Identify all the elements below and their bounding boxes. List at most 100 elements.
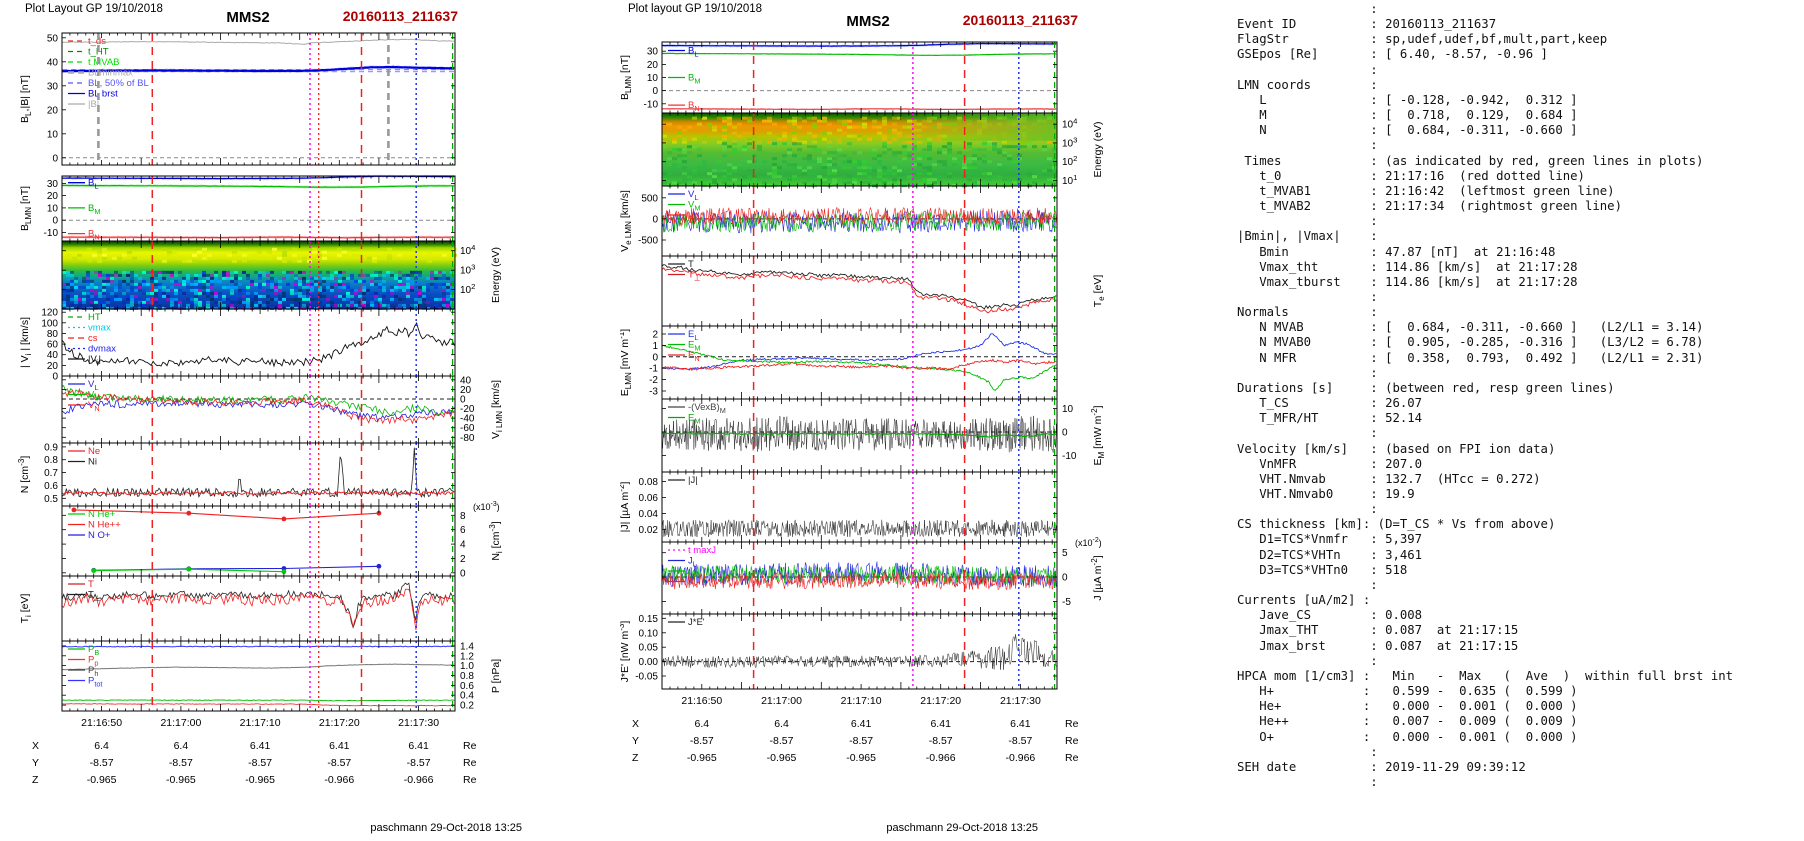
svg-text:20: 20: [647, 60, 659, 71]
svg-text:0.08: 0.08: [639, 477, 659, 488]
table-cell: -8.57: [169, 757, 193, 769]
svg-text:Ne: Ne: [88, 446, 100, 457]
table-cell: -0.965: [767, 752, 797, 764]
svg-text:4: 4: [460, 540, 466, 551]
svg-text:0.8: 0.8: [44, 455, 58, 466]
panel-ion-spec: 102​ 103​ 104​ Energy (eV): [61, 240, 502, 310]
svg-text:6: 6: [460, 525, 466, 536]
svg-text:102​: 102​: [1062, 154, 1077, 168]
svg-text:0: 0: [52, 153, 58, 164]
plot-panel-left: Plot Layout GP 19/10/2018 MMS2 20160113_…: [0, 0, 620, 841]
plot-middle-canvas: BL​BM​BN​-100102030BLMN​ [nT]101​102​103…: [620, 41, 1106, 764]
svg-text:21:16:50: 21:16:50: [81, 717, 122, 729]
svg-text:21:17:00: 21:17:00: [160, 717, 201, 729]
svg-text:J [µA m-2​]: J [µA m-2​]: [1090, 555, 1104, 600]
svg-text:104​: 104​: [460, 243, 476, 257]
svg-text:Ni​ [cm-3​]: Ni​ [cm-3​]: [488, 521, 504, 560]
panel-te: TT⊥​ Te​ [eV]: [661, 255, 1106, 327]
panel-ve-lmn: VL​VM​VN​5000-500Ve LMN​ [km/s]: [620, 185, 1058, 257]
table-cell: 6.4: [94, 740, 109, 752]
svg-text:0.9: 0.9: [44, 442, 58, 453]
svg-text:8: 8: [460, 511, 466, 522]
svg-text:100: 100: [41, 318, 58, 329]
svg-text:0: 0: [652, 352, 658, 363]
table-row-label: X: [32, 740, 39, 752]
table-row-label: Y: [632, 735, 639, 747]
svg-text:|Vi​|: |Vi​|: [88, 354, 101, 367]
svg-text:J*E' [nW m-3​]: J*E' [nW m-3​]: [620, 621, 631, 683]
app: Plot Layout GP 19/10/2018 MMS2 20160113_…: [0, 0, 1804, 841]
table-cell: -0.966: [404, 774, 434, 786]
table-unit: Re: [1065, 718, 1079, 730]
panel-bl-b: t_dst_HTt MVABBLminmaxBL, 50% of BLBL br…: [19, 32, 456, 166]
table-cell: 6.4: [774, 718, 789, 730]
table-unit: Re: [463, 757, 477, 769]
svg-text:21:17:20: 21:17:20: [319, 717, 360, 729]
plot-panel-middle: Plot layout GP 19/10/2018 MMS2 20160113_…: [620, 0, 1240, 841]
svg-text:BLMN​ [nT]: BLMN​ [nT]: [19, 186, 33, 231]
svg-text:-2: -2: [649, 375, 658, 386]
svg-text:-3: -3: [649, 387, 658, 398]
panel-jdote: J*E' 0.15 0.10 0.05 0.00 -0.05 J*E' [nW m-3​]: [620, 613, 1058, 690]
event-info-text: : Event ID : 20160113_211637 FlagStr : s…: [1237, 2, 1734, 789]
svg-text:21:16:50: 21:16:50: [681, 695, 722, 707]
svg-text:10: 10: [1062, 404, 1074, 415]
svg-text:0: 0: [52, 372, 58, 383]
table-cell: 6.4: [174, 740, 189, 752]
table-unit: Re: [1065, 752, 1079, 764]
svg-text:2: 2: [652, 330, 658, 341]
svg-text:10: 10: [47, 203, 59, 214]
panel-elmn: EL​EM​EN​210-1-2-3ELMN​ [mV m-1​]: [620, 325, 1058, 400]
table-cell: -0.966: [324, 774, 354, 786]
svg-text:0.4: 0.4: [460, 691, 474, 702]
svg-text:21:17:30: 21:17:30: [398, 717, 439, 729]
svg-text:0.10: 0.10: [639, 628, 659, 639]
plot-left-canvas: t_dst_HTt MVABBLminmaxBL, 50% of BLBL br…: [17, 32, 504, 786]
svg-text:50: 50: [47, 33, 59, 44]
table-unit: Re: [463, 740, 477, 752]
svg-text:1.4: 1.4: [460, 641, 474, 652]
svg-text:BM​: BM​: [688, 73, 700, 86]
svg-text:EM​: EM​: [688, 413, 700, 426]
svg-text:0.06: 0.06: [639, 493, 659, 504]
table-cell: -8.57: [90, 757, 114, 769]
svg-text:(x10-2​): (x10-2​): [1075, 537, 1102, 548]
svg-text:21:17:10: 21:17:10: [240, 717, 281, 729]
svg-text:Ti​ [eV]: Ti​ [eV]: [19, 594, 33, 624]
svg-text:T⊥​: T⊥​: [688, 270, 700, 283]
panel-ti: TT⊥​ Ti​ [eV]: [19, 575, 456, 642]
table-cell: 6.4: [694, 718, 709, 730]
time-axis-labels: 21:16:50 21:17:00 21:17:10 21:17:20 21:17:30: [81, 717, 439, 729]
svg-text:Vi LMN​ [km/s]: Vi LMN​ [km/s]: [490, 380, 504, 439]
svg-text:10: 10: [647, 73, 659, 84]
table-cell: -0.965: [846, 752, 876, 764]
svg-text:BL​: BL​: [688, 46, 698, 59]
svg-text:Te​ [eV]: Te​ [eV]: [1092, 275, 1106, 308]
svg-text:dvmax: dvmax: [88, 344, 116, 355]
svg-text:30: 30: [647, 47, 659, 58]
svg-text:0: 0: [652, 214, 658, 225]
svg-text:40: 40: [47, 57, 59, 68]
svg-text:N O+: N O+: [88, 530, 111, 541]
svg-text:5: 5: [1062, 548, 1068, 559]
time-axis-labels: 21:16:50 21:17:00 21:17:10 21:17:20 21:17:30: [681, 695, 1041, 707]
svg-text:104​: 104​: [1062, 117, 1078, 131]
plot-footer: paschmann 29-Oct-2018 13:25: [886, 822, 1038, 834]
svg-text:-10: -10: [644, 99, 659, 110]
table-cell: -8.57: [1008, 735, 1032, 747]
svg-text:-10: -10: [1062, 451, 1077, 462]
table-cell: 6.41: [329, 740, 350, 752]
table-unit: Re: [463, 774, 477, 786]
panel-vi-mag: HTvmaxcsdvmax|Vi​| 020406080100120 | Vi​ |…: [19, 308, 456, 383]
svg-text:500: 500: [641, 193, 658, 204]
svg-text:20: 20: [47, 105, 59, 116]
table-cell: -8.57: [929, 735, 953, 747]
table-cell: -8.57: [690, 735, 714, 747]
svg-text:BL​,|B| [nT]: BL​,|B| [nT]: [19, 75, 33, 123]
svg-text:120: 120: [41, 308, 58, 319]
svg-text:EM​ [mW m-2​]: EM​ [mW m-2​]: [1090, 405, 1106, 465]
svg-text:1.0: 1.0: [460, 661, 474, 672]
svg-text:30: 30: [47, 81, 59, 92]
table-row-label: Y: [32, 757, 39, 769]
svg-text:102​: 102​: [460, 282, 475, 296]
